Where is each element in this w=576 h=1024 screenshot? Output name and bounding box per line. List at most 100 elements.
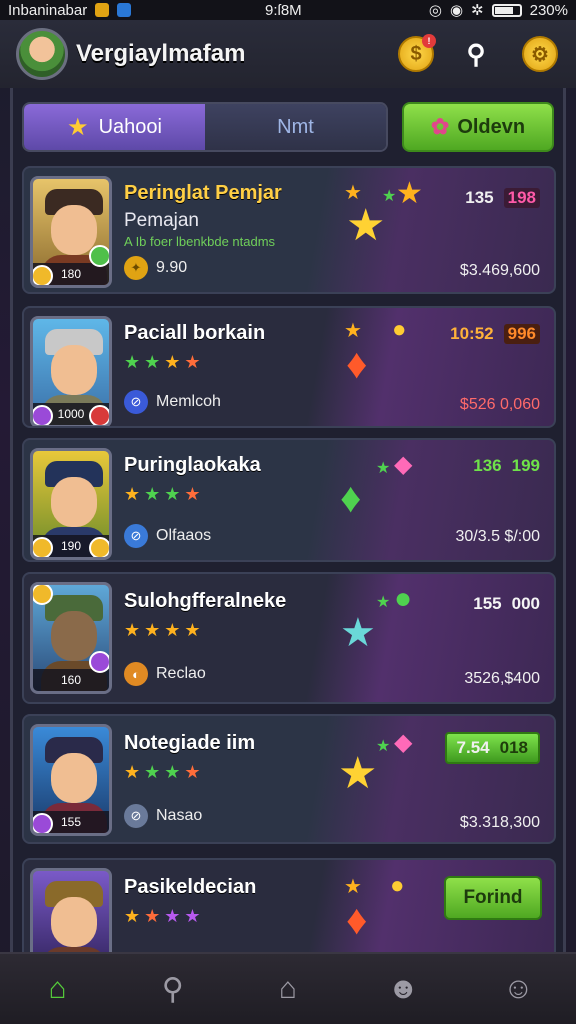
tab-nmt[interactable]: Nmt	[205, 104, 386, 150]
coin-button[interactable]: $ !	[398, 34, 436, 72]
resource-value: Reclao	[156, 665, 206, 682]
star-icon: ★	[164, 484, 185, 504]
star-icon: ★	[144, 762, 165, 782]
nav-profile[interactable]: ☺	[488, 959, 548, 1019]
gem-icon	[89, 245, 109, 267]
app-icon	[117, 3, 132, 17]
oldevn-button[interactable]: ✿ Oldevn	[402, 102, 554, 152]
crystal-icon: ♦	[340, 474, 362, 521]
star-rating: ★★★★	[124, 906, 205, 927]
status-bar: Inbaninabar 9:ſ8M ◎ ◉ ✲ 230%	[0, 0, 576, 20]
hero-face	[51, 897, 97, 947]
coin-icon	[33, 265, 53, 285]
star-icon: ★	[144, 352, 165, 372]
star-icon: ★	[144, 906, 165, 926]
coin-icon: ●	[392, 316, 407, 343]
resource: ✦ 9.90	[124, 256, 187, 280]
list-item[interactable]: 155 Notegiade iim ★★★★ ⊘ Nasao ★ ◆ ★ 7.5…	[22, 714, 556, 844]
profile-icon: ☺	[503, 972, 534, 1005]
settings-button[interactable]: ⚙	[522, 36, 558, 72]
star-rating: ★★★★	[124, 762, 205, 783]
nav-search[interactable]: ⚲	[143, 959, 203, 1019]
list-item[interactable]: 160 Sulohgfferalneke ★★★★ ◐ Reclao ★ ● ★…	[22, 572, 556, 704]
stat-a: 155	[473, 594, 502, 613]
battery-icon	[491, 3, 522, 17]
player-avatar[interactable]	[16, 28, 68, 80]
gem-icon: ◆	[394, 729, 413, 756]
nav-friends[interactable]: ☻	[373, 959, 433, 1019]
hero-portrait: 1000	[30, 316, 112, 426]
hero-name: Puringlaokaka	[124, 454, 261, 476]
list-item[interactable]: 1000 Paciall borkain ★★★★ ⊘ Memlcoh ★ ● …	[22, 306, 556, 428]
coin-icon: $	[410, 42, 422, 65]
coin-icon	[33, 537, 53, 557]
list-item[interactable]: 190 Puringlaokaka ★★★★ ⊘ Olfaaos ★ ◆ ♦ 1…	[22, 438, 556, 562]
star-icon: ★	[164, 762, 185, 782]
hero-name: Notegiade iim	[124, 732, 256, 754]
hero-face	[51, 345, 97, 395]
star-icon: ★	[144, 620, 165, 640]
hero-portrait: 160	[30, 582, 112, 694]
resource-value: 9.90	[156, 259, 188, 276]
crystal-icon: ♦	[346, 896, 368, 943]
star-icon: ★	[184, 762, 205, 782]
hero-portrait: 180	[30, 176, 112, 288]
carrier-name: Inbaninabar	[8, 1, 88, 19]
star-rating: ★★★★	[124, 352, 205, 373]
star-rating: ★★★★	[124, 484, 205, 505]
hero-portrait: 190	[30, 448, 112, 560]
hero-face	[51, 477, 97, 527]
found-button[interactable]: Forind	[444, 876, 542, 920]
button-label: Oldevn	[457, 115, 526, 138]
purple-gem-icon	[89, 651, 109, 673]
list-item[interactable]: Pasikeldecian ★★★★ ★ ● ♦ Forind	[22, 858, 556, 952]
resource-value: Memlcoh	[156, 393, 221, 410]
resource: ⊘ Nasao	[124, 804, 202, 828]
star-icon: ★	[144, 484, 165, 504]
gear-icon: ⚙	[531, 43, 549, 66]
nav-shop[interactable]: ⌂	[258, 959, 318, 1019]
resource: ⊘ Olfaaos	[124, 524, 211, 548]
search-icon: ⚲	[161, 972, 184, 1006]
hero-hint: A Ib foer lbenkbde ntadms	[124, 234, 276, 249]
resource-value: Nasao	[156, 807, 203, 824]
star-icon: ★	[124, 352, 145, 372]
star-icon: ★	[346, 201, 386, 250]
resource: ◐ Reclao	[124, 662, 206, 686]
hero-name: Sulohgfferalneke	[124, 590, 287, 612]
search-icon: ⚲	[466, 38, 486, 69]
list-item[interactable]: 180 Peringlat Pemjar Pemajan A Ib foer l…	[22, 166, 556, 294]
star-icon: ★	[184, 352, 205, 372]
star-icon: ★	[184, 906, 205, 926]
gem-icon: ◆	[394, 451, 413, 478]
notification-badge: !	[422, 34, 436, 48]
stat-a: 136	[473, 456, 502, 475]
star-icon: ★	[164, 620, 185, 640]
price: 30/3.5 $/:00	[455, 528, 540, 545]
star-icon: ★	[376, 738, 391, 755]
star-icon: ★	[164, 906, 185, 926]
hero-name: Peringlat Pemjar	[124, 182, 282, 204]
hero-subtitle: Pemajan	[124, 210, 199, 231]
star-icon: ★	[164, 352, 185, 372]
resource: ⊘ Memlcoh	[124, 390, 221, 414]
coin-icon	[33, 585, 53, 605]
signal-icon: ✲	[471, 2, 484, 19]
purple-gem-icon	[33, 405, 53, 425]
star-icon: ★	[184, 484, 205, 504]
price: $526 0,060	[459, 396, 540, 413]
star-icon: ★	[376, 460, 391, 477]
page-title: Vergiaylmafam	[76, 40, 246, 67]
stat-values[interactable]: 7.54 018	[444, 732, 540, 764]
tab-label: Uahooi	[98, 115, 162, 138]
tab-uahooi[interactable]: ★ Uahooi	[24, 104, 205, 150]
stat-b: 996	[503, 324, 540, 344]
battery-level: 230%	[529, 1, 568, 19]
star-icon: ★	[338, 749, 378, 798]
stat-values: 136 199	[473, 456, 540, 476]
crystal-icon: ♦	[346, 340, 368, 387]
hero-name: Paciall borkain	[124, 322, 266, 344]
stat-values: 155 000	[473, 594, 540, 614]
search-button[interactable]: ⚲	[458, 36, 494, 72]
nav-home[interactable]: ⌂	[28, 959, 88, 1019]
